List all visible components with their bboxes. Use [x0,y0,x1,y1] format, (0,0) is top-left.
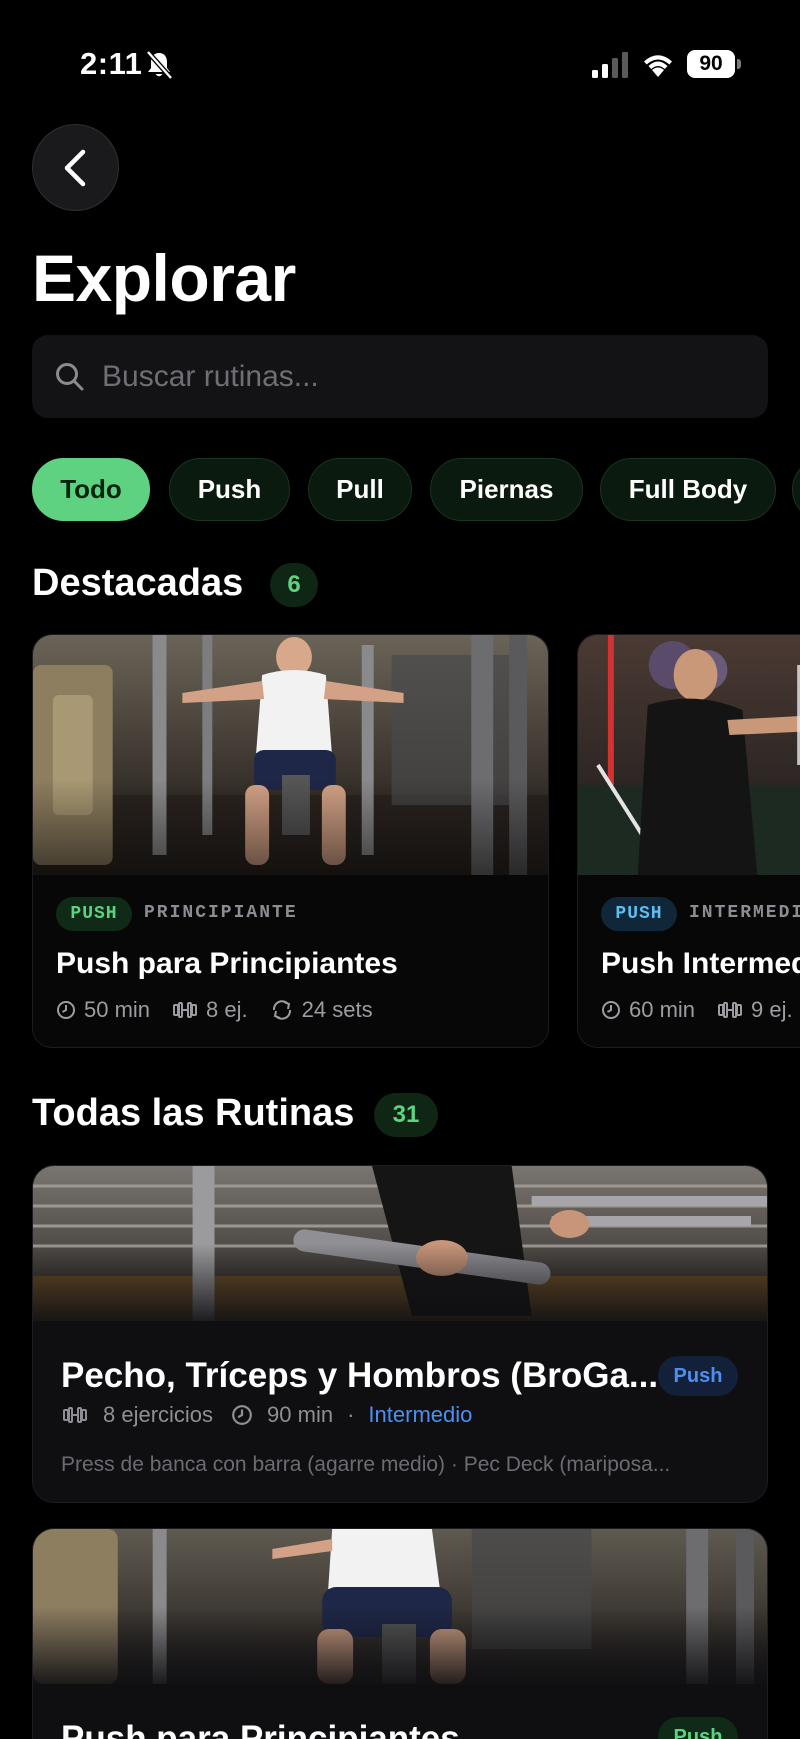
routine-photo [33,1166,767,1321]
filter-chips: Todo Push Pull Piernas Full Body [32,458,800,522]
exercise-count-text: 8 ej. [206,997,248,1022]
type-pill: Push [658,1356,738,1396]
routine-meta: 8 ejercicios 90 min · Intermedio [61,1402,472,1428]
featured-card[interactable]: PUSH INTERMEDIO Push Intermedio 60 min 9… [577,634,800,1048]
exercise-count-text: 9 ej. [751,997,793,1022]
chip-full-body[interactable]: Full Body [600,458,776,521]
routine-photo [33,635,548,875]
clock-icon [232,1405,252,1425]
wifi-icon [644,55,672,77]
duration-text: 90 min [267,1402,334,1427]
routine-photo [33,1529,767,1684]
meta-separator: · [347,1402,355,1427]
chip-piernas[interactable]: Piernas [430,458,583,521]
category-tag: PUSH [56,897,132,931]
duration-text: 50 min [84,997,151,1022]
section-title-all-routines: Todas las Rutinas [32,1092,355,1134]
all-routines-count-badge: 31 [374,1093,438,1137]
chip-push[interactable]: Push [169,458,290,521]
category-tag: PUSH [601,897,677,931]
routine-meta: 50 min 8 ej. 24 sets [56,997,373,1023]
chip-todo[interactable]: Todo [32,458,150,521]
repeat-icon [272,1000,291,1020]
page-title: Explorar [32,241,296,315]
status-time: 2:11 [80,46,143,81]
back-button[interactable] [32,124,119,211]
chevron-left-icon [64,149,85,186]
clock-icon [57,1001,75,1019]
search-bar[interactable] [32,335,768,418]
dumbbell-icon [718,1002,743,1018]
routine-card[interactable]: Push para Principiantes Push [32,1528,768,1739]
difficulty-label: PRINCIPIANTE [144,903,298,923]
duration-text: 60 min [629,997,696,1022]
search-icon [56,362,84,390]
routine-card[interactable]: Pecho, Tríceps y Hombros (BroGa... Push … [32,1165,768,1503]
featured-count-badge: 6 [270,563,318,607]
featured-card[interactable]: PUSH PRINCIPIANTE Push para Principiante… [32,634,549,1048]
routine-title: Push Intermedio [601,947,800,980]
routine-photo [578,635,800,875]
cellular-signal-icon [592,52,628,78]
routine-title: Push para Principiantes [61,1719,460,1739]
dumbbell-icon [173,1002,198,1018]
routine-title: Push para Principiantes [56,947,398,980]
routine-title: Pecho, Tríceps y Hombros (BroGa... [61,1356,659,1395]
difficulty-label: INTERMEDIO [689,903,800,923]
section-title-featured: Destacadas [32,562,244,604]
clock-icon [602,1001,620,1019]
routine-meta: 60 min 9 ej. [601,997,793,1023]
search-input[interactable] [102,359,702,394]
battery-icon: 90 [687,50,741,78]
sets-text: 24 sets [301,997,373,1022]
exercise-preview: Press de banca con barra (agarre medio) … [61,1453,671,1476]
bell-off-icon [146,50,173,80]
chip-more[interactable] [792,458,800,521]
exercise-count-text: 8 ejercicios [103,1402,214,1427]
chip-pull[interactable]: Pull [308,458,412,521]
battery-level: 90 [687,50,735,78]
difficulty-label: Intermedio [368,1402,473,1427]
type-pill: Push [658,1717,738,1739]
dumbbell-icon [63,1407,87,1423]
status-bar: 2:11 90 [0,0,800,130]
featured-carousel: PUSH PRINCIPIANTE Push para Principiante… [32,634,800,1050]
